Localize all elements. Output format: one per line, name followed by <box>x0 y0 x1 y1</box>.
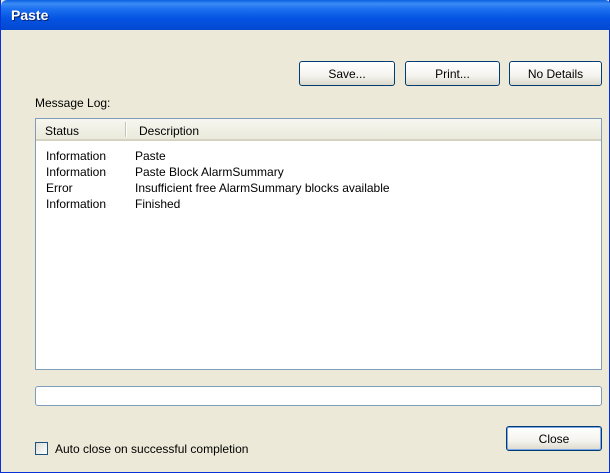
log-status: Information <box>46 197 107 211</box>
log-description: Finished <box>135 197 181 211</box>
log-header: Status Description <box>36 119 601 141</box>
column-header-description[interactable]: Description <box>139 124 199 138</box>
auto-close-checkbox[interactable] <box>35 442 48 455</box>
log-row[interactable]: Information Paste <box>36 149 601 164</box>
log-description: Paste Block AlarmSummary <box>135 165 284 179</box>
close-button[interactable]: Close <box>506 426 602 451</box>
no-details-button[interactable]: No Details <box>509 61 602 86</box>
message-log-list[interactable]: Status Description Information Paste Inf… <box>35 118 602 370</box>
log-status: Error <box>46 181 73 195</box>
paste-dialog: Paste Save... Print... No Details Messag… <box>0 0 610 473</box>
log-description: Insufficient free AlarmSummary blocks av… <box>135 181 390 195</box>
column-header-status[interactable]: Status <box>45 124 79 138</box>
print-button[interactable]: Print... <box>405 61 500 86</box>
log-row[interactable]: Information Paste Block AlarmSummary <box>36 165 601 180</box>
window-title: Paste <box>11 7 49 23</box>
log-row[interactable]: Error Insufficient free AlarmSummary blo… <box>36 181 601 196</box>
save-button[interactable]: Save... <box>299 61 395 86</box>
progress-bar <box>35 386 602 406</box>
message-log-label: Message Log: <box>35 96 111 110</box>
log-row[interactable]: Information Finished <box>36 197 601 212</box>
log-status: Information <box>46 149 107 163</box>
log-description: Paste <box>135 149 166 163</box>
log-status: Information <box>46 165 107 179</box>
auto-close-label[interactable]: Auto close on successful completion <box>55 442 248 456</box>
title-bar[interactable]: Paste <box>1 0 610 30</box>
column-divider[interactable] <box>125 122 127 137</box>
